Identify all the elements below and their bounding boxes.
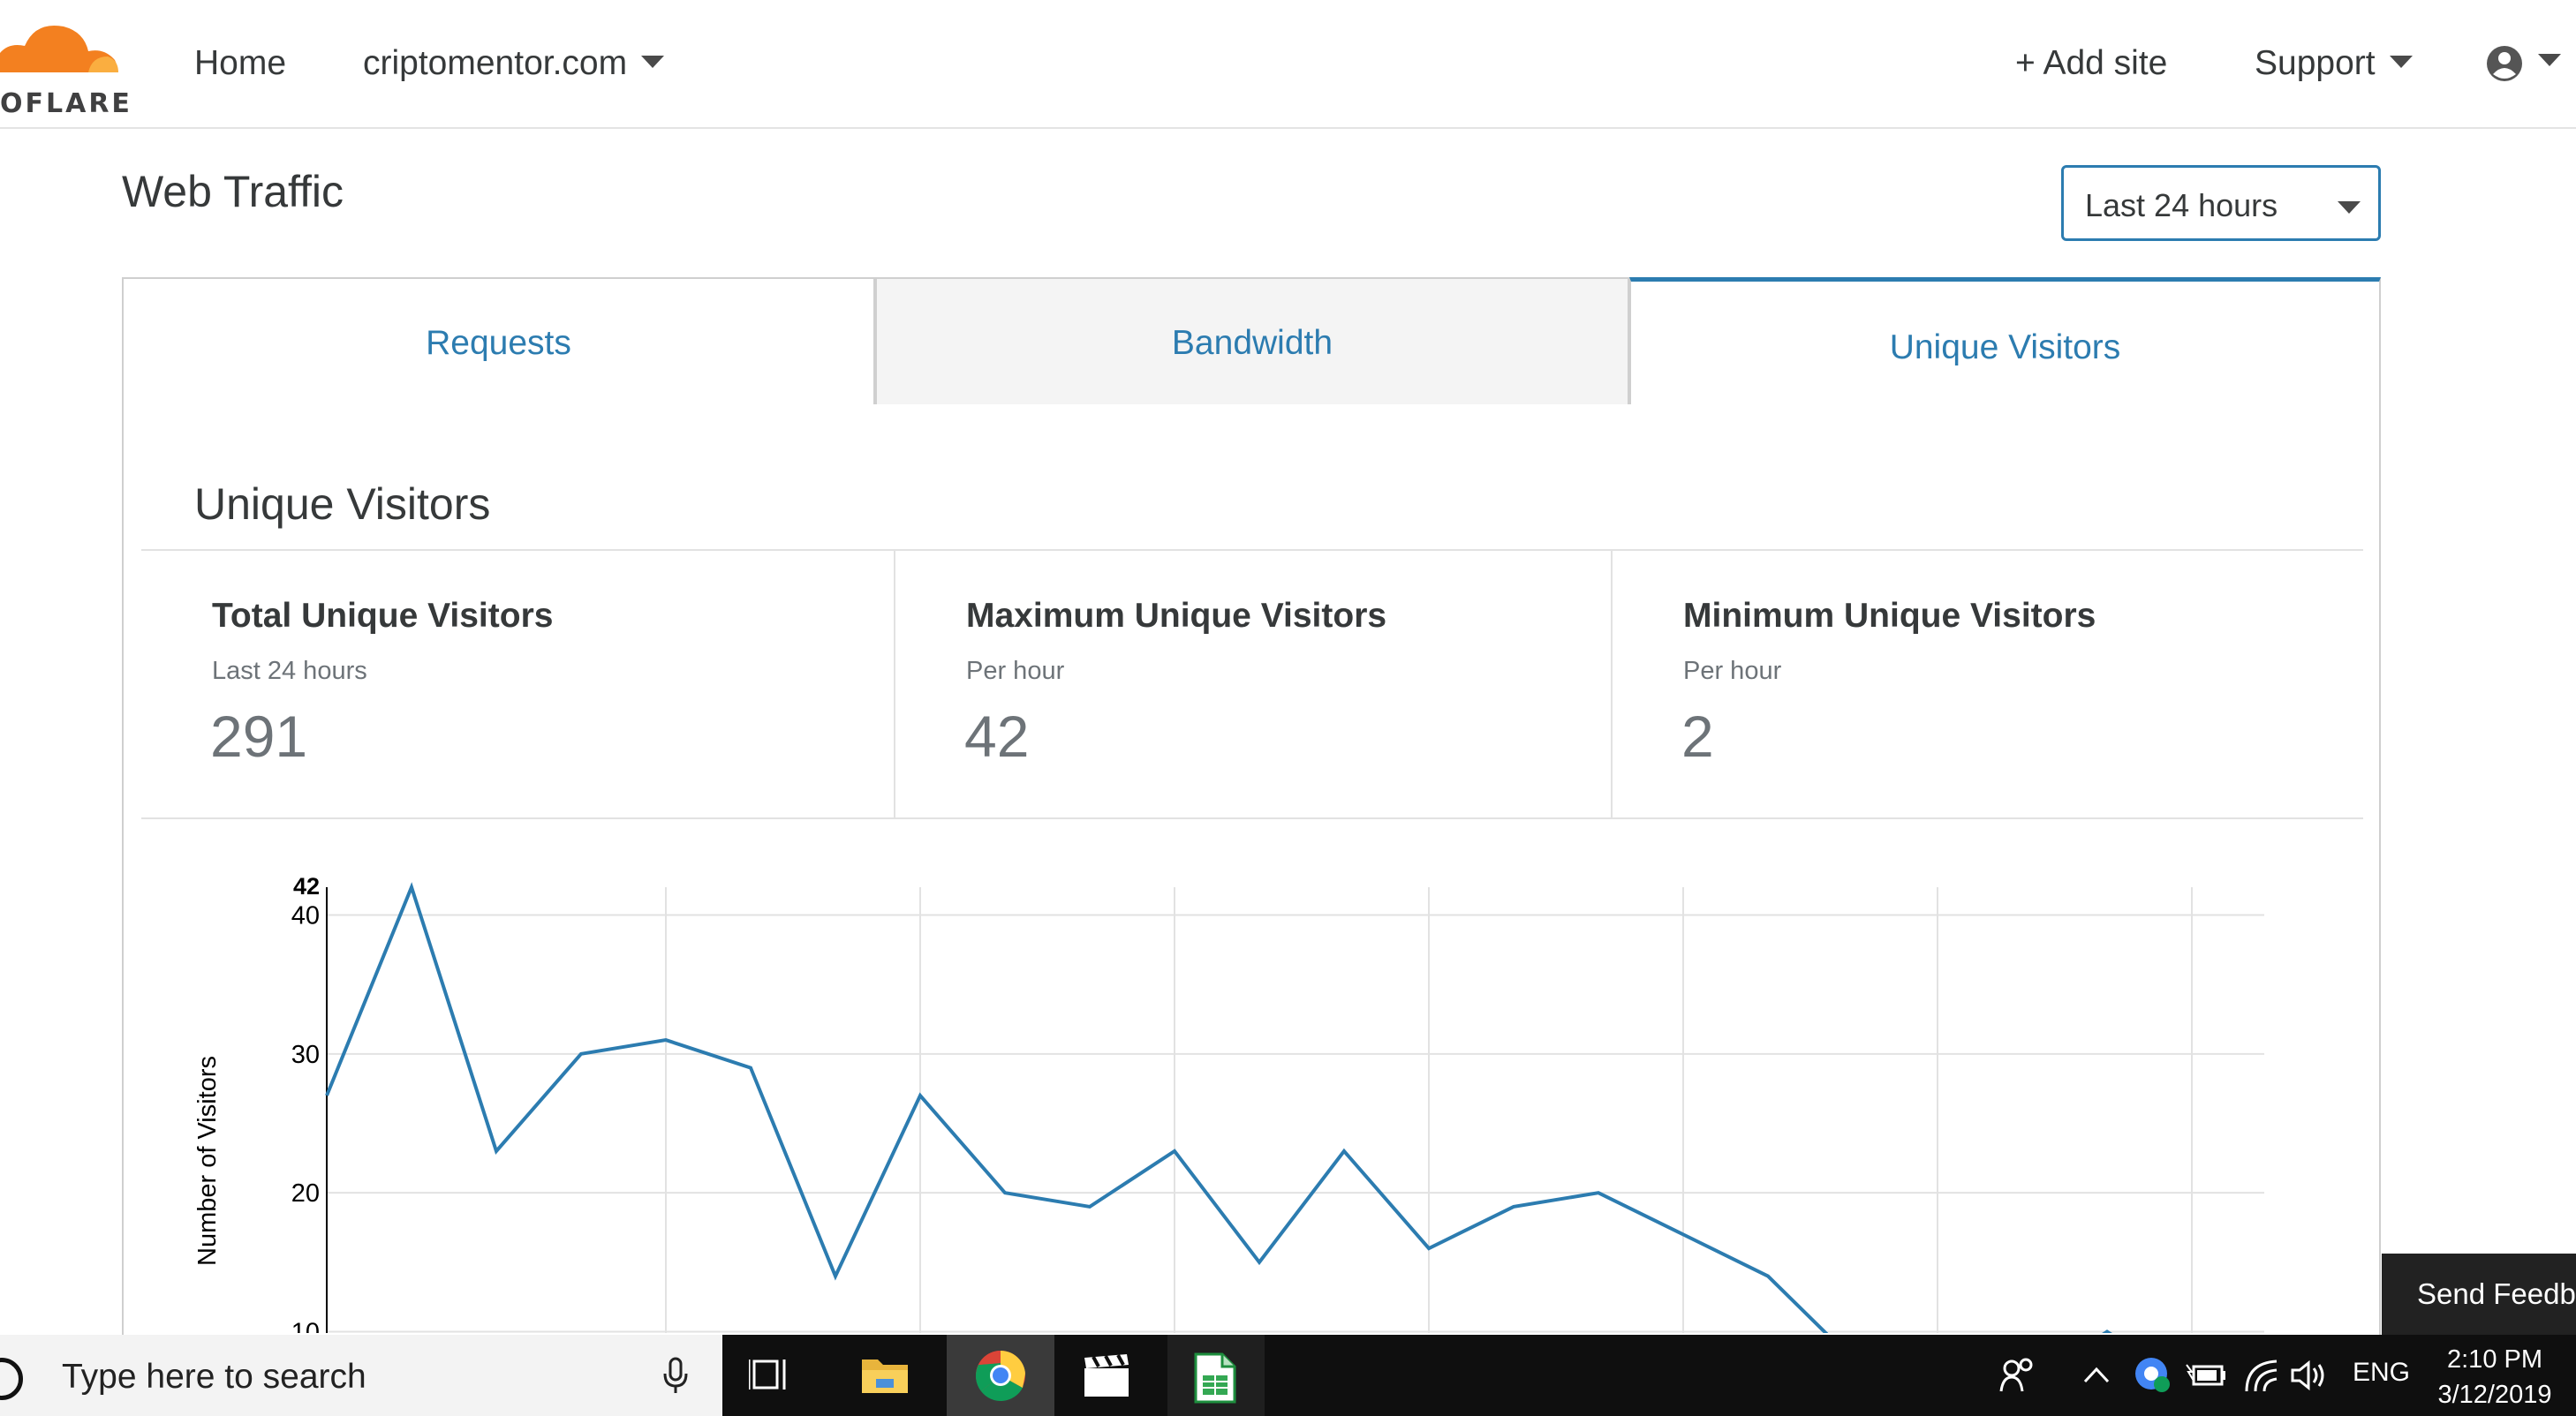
time-range-value: Last 24 hours — [2085, 187, 2278, 223]
time-range-select[interactable]: Last 24 hours — [2061, 165, 2381, 241]
user-avatar-icon — [2487, 45, 2522, 81]
stat-value: 291 — [210, 704, 308, 769]
stat-minimum: Minimum Unique Visitors Per hour 2 — [1611, 551, 2363, 817]
sheets-app-button[interactable] — [1167, 1335, 1265, 1416]
y-tick-label: 40 — [291, 901, 320, 930]
page-title: Web Traffic — [122, 167, 344, 216]
stat-title: Total Unique Visitors — [212, 597, 554, 635]
y-tick-label: 10 — [291, 1319, 320, 1333]
task-view-icon — [749, 1360, 786, 1390]
tab-unique-visitors[interactable]: Unique Visitors — [1629, 277, 2381, 406]
visitors-line-chart: 10 20 30 4042 Number of Visitors — [193, 873, 2264, 1333]
cortana-icon[interactable] — [0, 1358, 23, 1400]
add-site-button[interactable]: + Add site — [2015, 44, 2167, 83]
top-navigation: OFLARE Home criptomentor.com + Add site … — [0, 0, 2576, 129]
chevron-down-icon — [2389, 55, 2413, 68]
support-menu[interactable]: Support — [2255, 44, 2413, 83]
chrome-tray-icon[interactable] — [2132, 1354, 2172, 1395]
wifi-icon[interactable] — [2243, 1358, 2280, 1393]
task-view-button[interactable] — [726, 1335, 823, 1416]
spreadsheet-icon — [1194, 1352, 1236, 1404]
account-menu[interactable] — [2485, 42, 2561, 83]
search-placeholder: Type here to search — [62, 1358, 366, 1396]
stat-subtitle: Per hour — [966, 657, 1065, 685]
metric-tabs: Requests Bandwidth Unique Visitors — [122, 277, 2381, 406]
clock-date: 3/12/2019 — [2437, 1381, 2552, 1409]
system-clock[interactable]: 2:10 PM 3/12/2019 — [2420, 1342, 2570, 1412]
stat-subtitle: Last 24 hours — [212, 657, 367, 685]
chrome-taskbar-button[interactable] — [947, 1335, 1054, 1416]
y-tick-label: 30 — [291, 1041, 320, 1069]
stat-value: 42 — [964, 704, 1030, 769]
chevron-down-icon — [2338, 201, 2361, 214]
chevron-down-icon — [2538, 53, 2561, 66]
stat-title: Minimum Unique Visitors — [1683, 597, 2096, 635]
visitors-series-line — [325, 882, 2112, 1333]
y-tick-label: 20 — [291, 1179, 320, 1208]
windows-taskbar: Type here to search ENG 2:10 PM 3/12/201… — [0, 1335, 2576, 1416]
clapperboard-icon — [1084, 1354, 1129, 1397]
battery-icon[interactable] — [2185, 1360, 2227, 1391]
send-feedback-button[interactable]: Send Feedback — [2382, 1254, 2576, 1335]
y-axis-label: Number of Visitors — [193, 1056, 222, 1266]
tab-requests[interactable]: Requests — [122, 277, 875, 406]
stat-value: 2 — [1681, 704, 1714, 769]
stat-total: Total Unique Visitors Last 24 hours 291 — [141, 551, 894, 817]
stat-maximum: Maximum Unique Visitors Per hour 42 — [894, 551, 1611, 817]
stats-summary: Total Unique Visitors Last 24 hours 291 … — [141, 549, 2363, 819]
logo-wordmark: OFLARE — [0, 88, 132, 119]
y-max-label: 42 — [293, 873, 320, 900]
movies-app-button[interactable] — [1060, 1335, 1157, 1416]
folder-icon — [862, 1360, 908, 1393]
domain-selector[interactable]: criptomentor.com — [363, 44, 665, 83]
volume-icon[interactable] — [2289, 1358, 2328, 1393]
stat-subtitle: Per hour — [1683, 657, 1782, 685]
clock-time: 2:10 PM — [2447, 1345, 2542, 1374]
stat-title: Maximum Unique Visitors — [966, 597, 1387, 635]
taskbar-search[interactable]: Type here to search — [0, 1335, 722, 1416]
microphone-icon[interactable] — [661, 1356, 691, 1395]
language-indicator[interactable]: ENG — [2353, 1358, 2410, 1388]
file-explorer-button[interactable] — [837, 1335, 934, 1416]
chevron-down-icon — [641, 55, 665, 68]
cloudflare-logo[interactable]: OFLARE — [0, 18, 130, 119]
tab-bandwidth[interactable]: Bandwidth — [875, 277, 1629, 406]
chevron-up-icon[interactable] — [2082, 1365, 2111, 1384]
chart-grid — [327, 887, 2264, 1333]
chart-y-axis: 10 20 30 4042 — [291, 873, 328, 1333]
cloud-icon — [0, 25, 118, 72]
domain-label: criptomentor.com — [363, 44, 628, 82]
people-icon[interactable] — [1999, 1356, 2038, 1395]
section-title: Unique Visitors — [194, 479, 491, 529]
nav-home-link[interactable]: Home — [194, 44, 286, 83]
support-label: Support — [2255, 44, 2376, 82]
chrome-icon — [975, 1350, 1025, 1401]
